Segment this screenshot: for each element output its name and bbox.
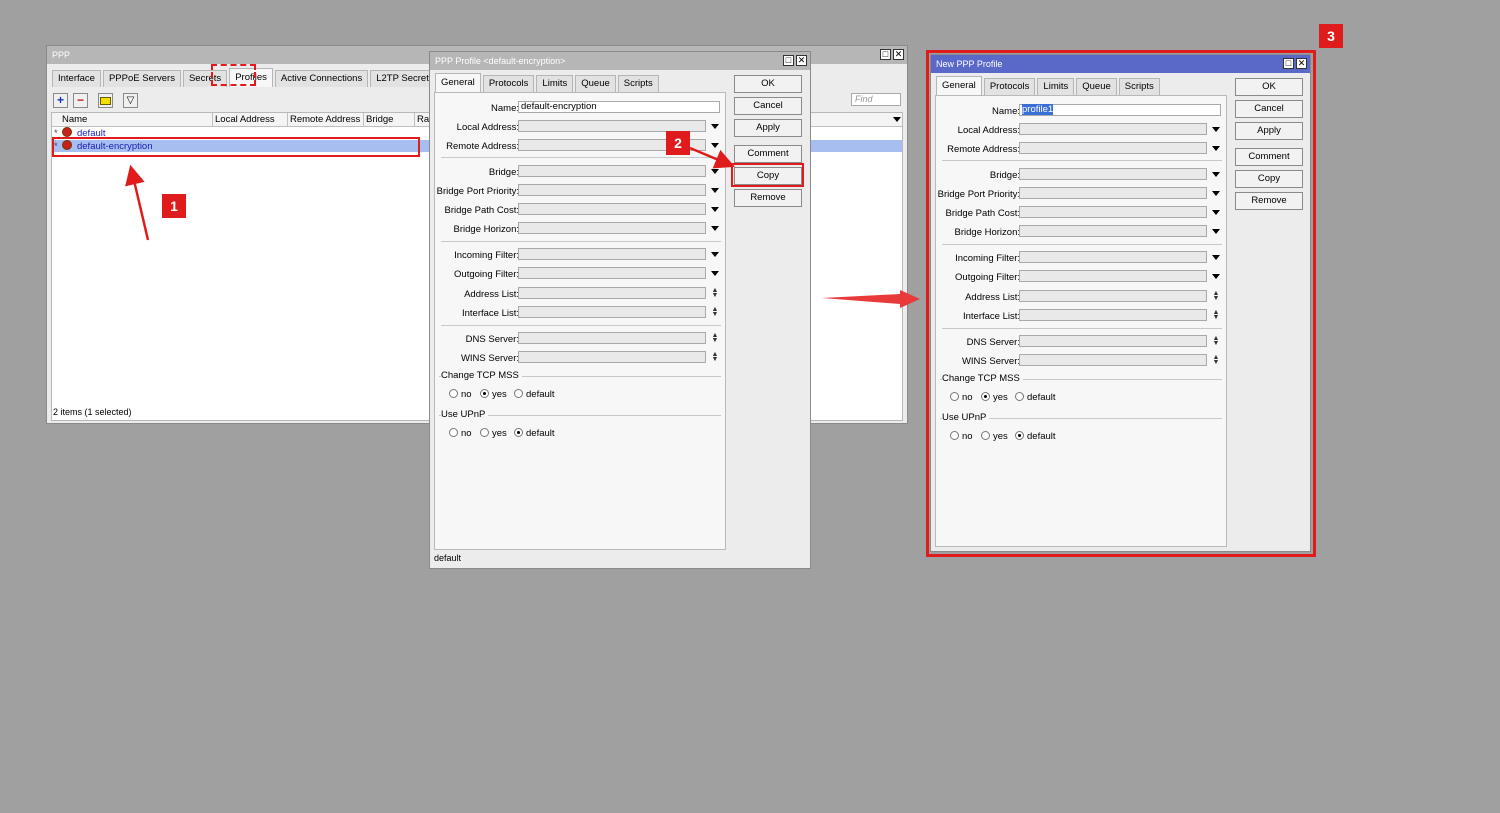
profile-dialog-titlebar[interactable]: PPP Profile <default-encryption> □ ✕ xyxy=(430,52,810,70)
bridge-horizon-label: Bridge Horizon: xyxy=(453,224,519,235)
profile-dialog: PPP Profile <default-encryption> □ ✕ Gen… xyxy=(429,51,811,569)
name-field[interactable]: default-encryption xyxy=(518,101,720,113)
maximize-icon[interactable]: □ xyxy=(880,49,891,60)
bridge-path-cost-label: Bridge Path Cost: xyxy=(444,205,519,216)
ppp-status-bar: 2 items (1 selected) xyxy=(53,407,132,417)
tab-pppoe-servers[interactable]: PPPoE Servers xyxy=(102,70,181,87)
bridge-field[interactable] xyxy=(518,165,706,177)
comment-icon[interactable] xyxy=(98,93,113,108)
apply-button[interactable]: Apply xyxy=(734,119,802,137)
cancel-button[interactable]: Cancel xyxy=(734,97,802,115)
outgoing-filter-field[interactable] xyxy=(518,267,706,279)
column-header-bridge[interactable]: Bridge xyxy=(364,113,415,126)
maximize-icon[interactable]: □ xyxy=(783,55,794,66)
tab-active-connections[interactable]: Active Connections xyxy=(274,70,369,87)
copy-button-highlight xyxy=(731,163,804,187)
address-list-field[interactable] xyxy=(518,287,706,299)
remote-address-dropdown-icon[interactable] xyxy=(711,143,719,148)
use-upnp-default-radio[interactable]: default xyxy=(514,428,555,439)
tab-interface[interactable]: Interface xyxy=(52,70,101,87)
outgoing-filter-label: Outgoing Filter: xyxy=(454,269,519,280)
incoming-filter-label: Incoming Filter: xyxy=(454,250,519,261)
local-address-label: Local Address: xyxy=(456,122,519,133)
bridge-path-cost-field[interactable] xyxy=(518,203,706,215)
tab-limits[interactable]: Limits xyxy=(536,75,574,92)
bridge-dropdown-icon[interactable] xyxy=(711,169,719,174)
use-upnp-no-radio[interactable]: no xyxy=(449,428,472,439)
bridge-port-priority-label: Bridge Port Priority: xyxy=(436,186,519,197)
remove-button[interactable]: Remove xyxy=(734,189,802,207)
new-profile-dialog-highlight xyxy=(926,50,1316,557)
add-icon[interactable]: + xyxy=(53,93,68,108)
remote-address-label: Remote Address: xyxy=(446,141,519,152)
name-label: Name: xyxy=(491,103,519,114)
comment-button[interactable]: Comment xyxy=(734,145,802,163)
bridge-horizon-dropdown-icon[interactable] xyxy=(711,226,719,231)
bridge-port-priority-field[interactable] xyxy=(518,184,706,196)
column-header-remote-address[interactable]: Remote Address xyxy=(288,113,364,126)
wins-server-label: WINS Server: xyxy=(460,353,519,364)
change-tcp-mss-default-radio[interactable]: default xyxy=(514,389,555,400)
change-tcp-mss-group-label: Change TCP MSS xyxy=(441,370,522,381)
close-icon[interactable]: ✕ xyxy=(796,55,807,66)
outgoing-filter-dropdown-icon[interactable] xyxy=(711,271,719,276)
bridge-horizon-field[interactable] xyxy=(518,222,706,234)
filter-icon[interactable]: ▽ xyxy=(123,93,138,108)
step-2-badge: 2 xyxy=(666,131,690,155)
dns-server-field[interactable] xyxy=(518,332,706,344)
close-icon[interactable]: ✕ xyxy=(893,49,904,60)
profile-dialog-general-panel: Name: default-encryption Local Address: … xyxy=(434,92,726,550)
tab-general[interactable]: General xyxy=(435,73,481,92)
interface-list-updown-icon[interactable]: ▲ ▼ xyxy=(711,306,719,318)
column-chooser-icon[interactable] xyxy=(893,117,901,122)
local-address-dropdown-icon[interactable] xyxy=(711,124,719,129)
profile-dialog-status: default xyxy=(434,553,462,563)
use-upnp-yes-radio[interactable]: yes xyxy=(480,428,507,439)
address-list-label: Address List: xyxy=(464,289,519,300)
address-list-updown-icon[interactable]: ▲ ▼ xyxy=(711,287,719,299)
incoming-filter-dropdown-icon[interactable] xyxy=(711,252,719,257)
bridge-port-priority-dropdown-icon[interactable] xyxy=(711,188,719,193)
column-header-local-address[interactable]: Local Address xyxy=(213,113,288,126)
dns-server-label: DNS Server: xyxy=(465,334,519,345)
profile-dialog-tabs: General Protocols Limits Queue Scripts xyxy=(435,73,661,92)
bridge-path-cost-dropdown-icon[interactable] xyxy=(711,207,719,212)
wins-server-updown-icon[interactable]: ▲ ▼ xyxy=(711,351,719,363)
profiles-tab-highlight xyxy=(211,64,256,86)
interface-list-label: Interface List: xyxy=(461,308,519,319)
ok-button[interactable]: OK xyxy=(734,75,802,93)
tab-scripts[interactable]: Scripts xyxy=(617,75,659,92)
dns-server-updown-icon[interactable]: ▲ ▼ xyxy=(711,332,719,344)
selected-row-highlight xyxy=(52,137,420,157)
interface-list-field[interactable] xyxy=(518,306,706,318)
incoming-filter-field[interactable] xyxy=(518,248,706,260)
wins-server-field[interactable] xyxy=(518,351,706,363)
tab-queue[interactable]: Queue xyxy=(575,75,616,92)
step-1-badge: 1 xyxy=(162,194,186,218)
find-input[interactable]: Find xyxy=(851,93,901,106)
remove-icon[interactable]: − xyxy=(73,93,88,108)
column-header-name[interactable]: Name xyxy=(60,113,213,126)
use-upnp-group-label: Use UPnP xyxy=(441,409,489,420)
change-tcp-mss-yes-radio[interactable]: yes xyxy=(480,389,507,400)
change-tcp-mss-no-radio[interactable]: no xyxy=(449,389,472,400)
profile-icon xyxy=(62,127,73,137)
profile-dialog-title: PPP Profile <default-encryption> xyxy=(435,56,566,66)
tab-protocols[interactable]: Protocols xyxy=(482,75,535,92)
ppp-window-title: PPP xyxy=(52,50,71,60)
bridge-label: Bridge: xyxy=(488,167,519,178)
step-3-badge: 3 xyxy=(1319,24,1343,48)
